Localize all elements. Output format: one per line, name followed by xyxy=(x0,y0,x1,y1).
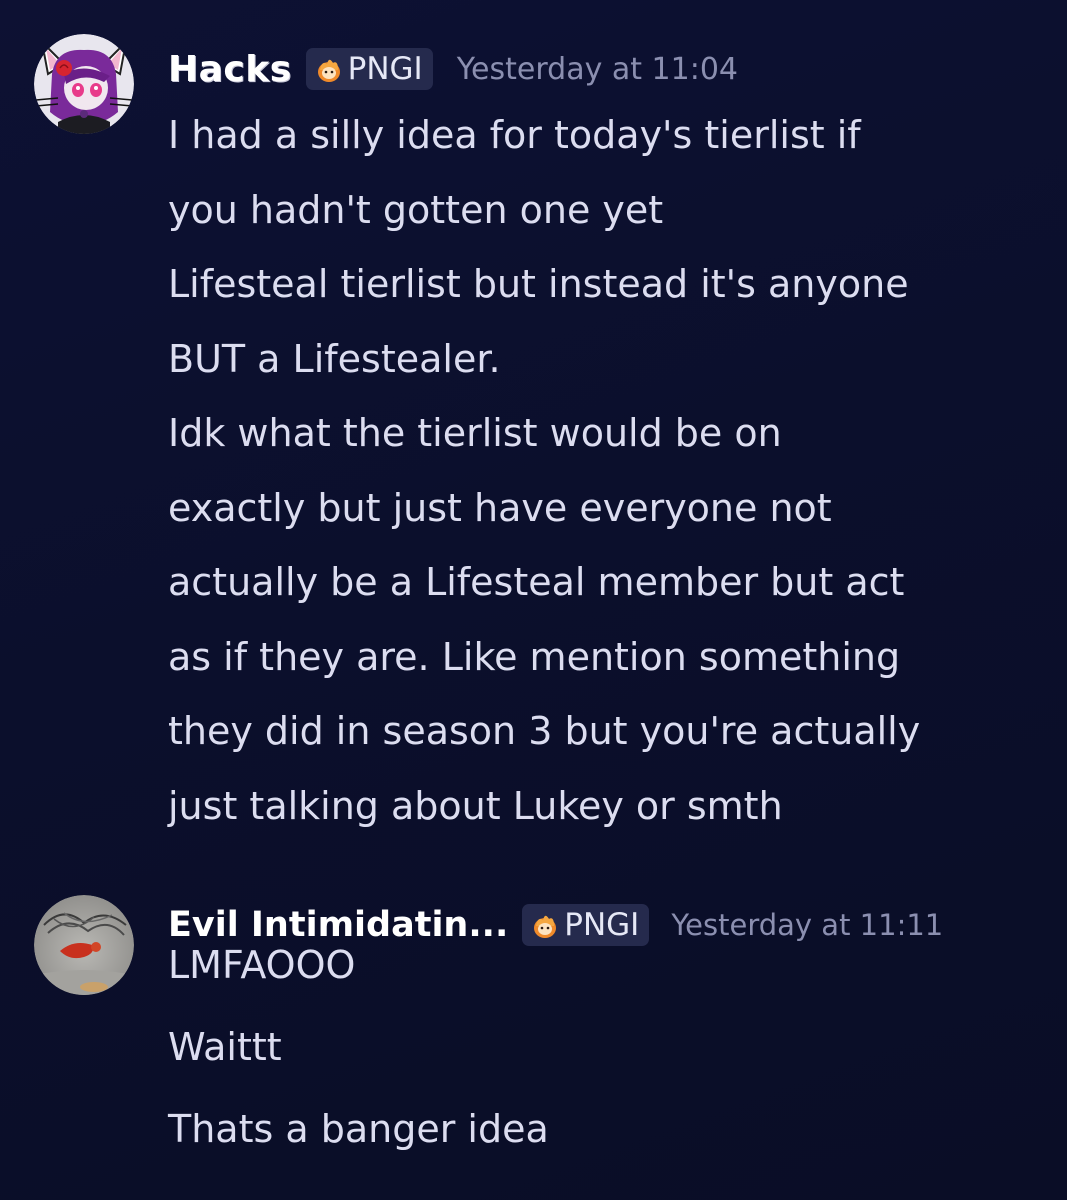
message-line: you hadn't gotten one yet xyxy=(168,187,664,232)
guild-tag-label: PNGI xyxy=(564,907,640,943)
message-line: I had a silly idea for today's tierlist … xyxy=(168,113,861,157)
message-header: Hacks PNGI Yesterday at 11:04 xyxy=(168,46,738,92)
flame-icon xyxy=(317,59,340,82)
message-line: Thats a banger idea xyxy=(168,1107,549,1151)
timestamp[interactable]: Yesterday at 11:11 xyxy=(671,908,943,942)
message-line: exactly but just have everyone not xyxy=(168,485,832,530)
message-line: they did in season 3 but you're actually xyxy=(168,709,921,753)
username[interactable]: Hacks xyxy=(168,49,292,90)
user-avatar[interactable] xyxy=(34,895,134,995)
message-content: I had a silly idea for today's tierlist … xyxy=(168,98,1048,843)
message-line: LMFAOOO xyxy=(168,943,356,987)
message-line: actually be a Lifesteal member but act xyxy=(168,560,905,604)
message-line: just talking about Lukey or smth xyxy=(168,783,783,828)
guild-tag-label: PNGI xyxy=(347,51,423,87)
message-line: as if they are. Like mention something xyxy=(168,634,901,679)
flame-icon xyxy=(534,915,557,938)
message-line: Idk what the tierlist would be on xyxy=(168,411,782,455)
cat-ear-avatar-icon xyxy=(34,34,134,134)
user-avatar[interactable] xyxy=(34,34,134,134)
message-content: LMFAOOO Waittt Thats a banger idea xyxy=(168,939,1048,1155)
message-line: Lifesteal tierlist but instead it's anyo… xyxy=(168,262,909,306)
photo-avatar-icon xyxy=(34,895,134,995)
guild-tag[interactable]: PNGI xyxy=(305,48,433,90)
timestamp[interactable]: Yesterday at 11:04 xyxy=(457,52,738,87)
message-line: BUT a Lifestealer. xyxy=(168,336,501,381)
message-line: Waittt xyxy=(168,1025,282,1069)
